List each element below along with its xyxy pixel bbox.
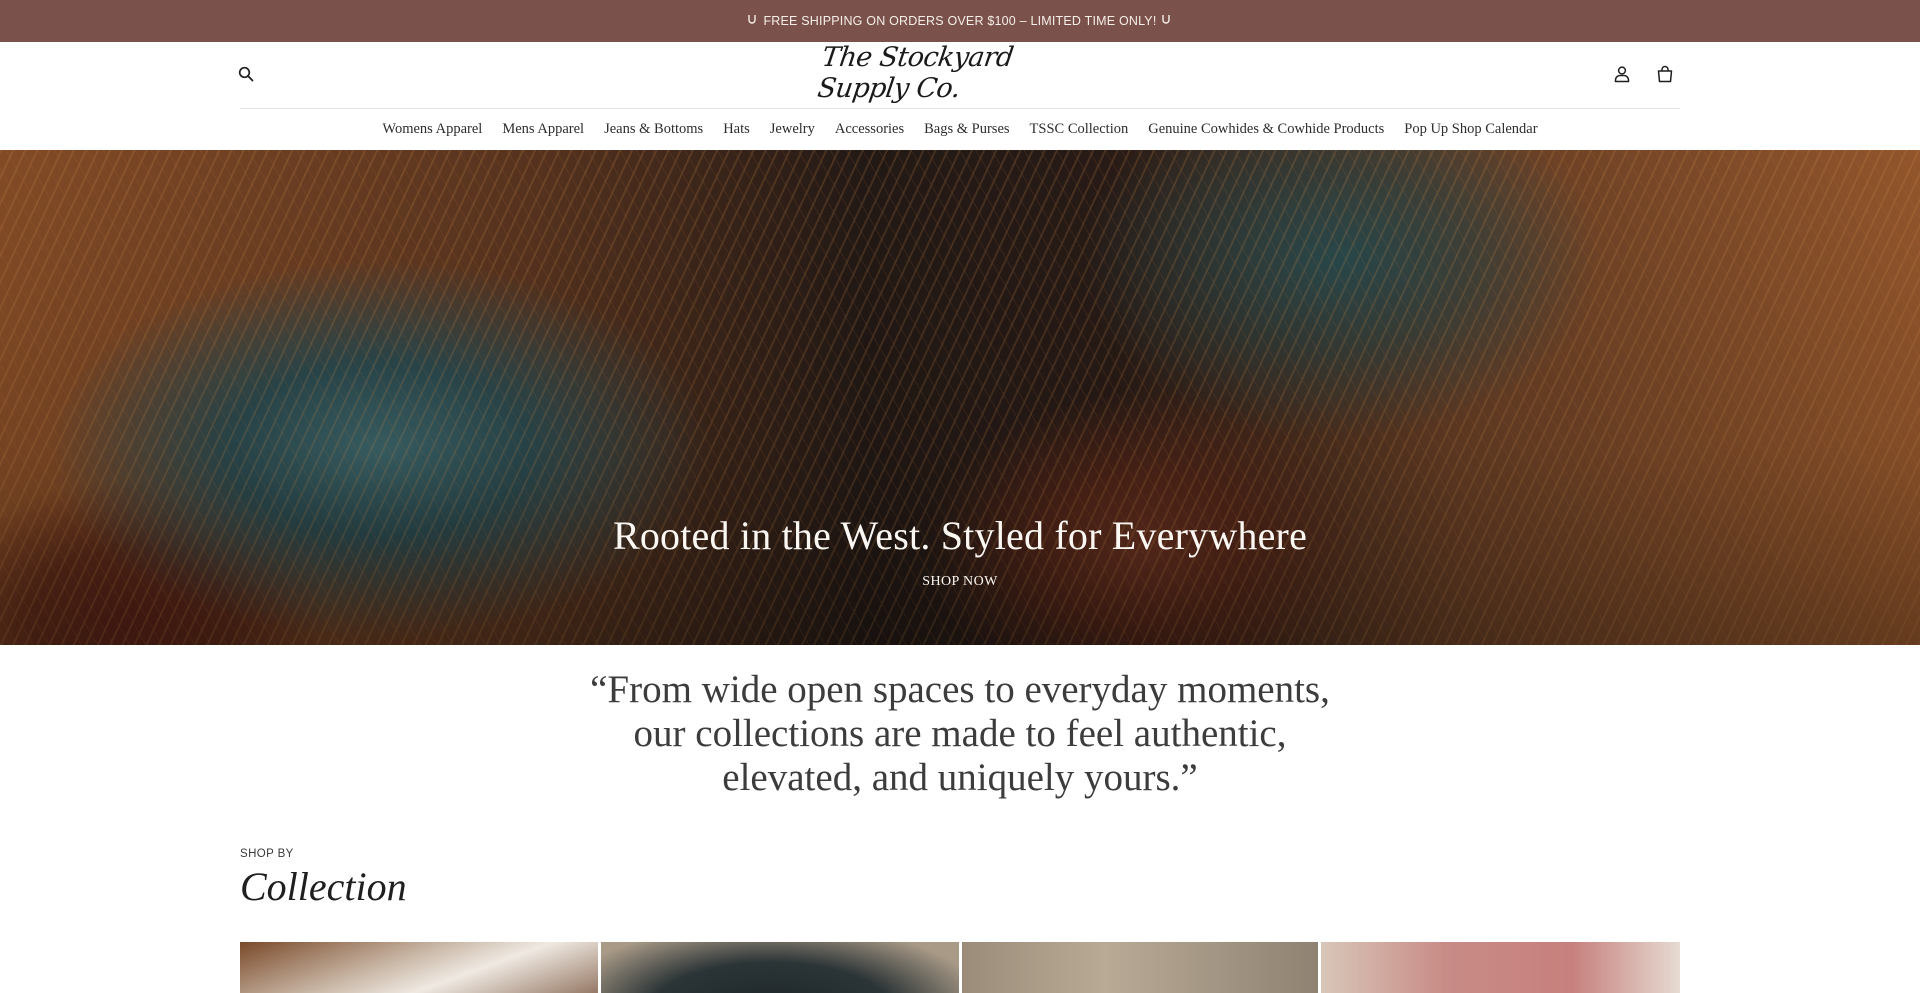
site-header: The Stockyard Supply Co. Womens Apparel … bbox=[0, 42, 1920, 150]
hero-overlay bbox=[0, 150, 1920, 645]
collection-tile[interactable] bbox=[601, 942, 959, 993]
hero-title: Rooted in the West. Styled for Everywher… bbox=[612, 513, 1308, 558]
announcement-bar: FREE SHIPPING ON ORDERS OVER $100 – LIMI… bbox=[0, 0, 1920, 42]
horseshoe-icon bbox=[1161, 14, 1173, 28]
horseshoe-icon bbox=[747, 14, 759, 28]
collection-grid bbox=[240, 942, 1680, 993]
announcement-text: FREE SHIPPING ON ORDERS OVER $100 – LIMI… bbox=[763, 14, 1157, 28]
nav-item-mens-apparel[interactable]: Mens Apparel bbox=[502, 121, 584, 138]
cart-button[interactable] bbox=[1652, 63, 1678, 89]
brand-quote: “From wide open spaces to everyday momen… bbox=[590, 668, 1330, 799]
main-nav: Womens Apparel Mens Apparel Jeans & Bott… bbox=[0, 109, 1920, 150]
collection-tile[interactable] bbox=[1321, 942, 1680, 993]
nav-item-cowhides[interactable]: Genuine Cowhides & Cowhide Products bbox=[1148, 121, 1384, 138]
shop-now-link[interactable]: SHOP NOW bbox=[900, 574, 1020, 590]
hero-banner: Rooted in the West. Styled for Everywher… bbox=[0, 150, 1920, 645]
shopping-bag-icon bbox=[1656, 65, 1674, 88]
search-icon bbox=[238, 66, 254, 87]
user-icon bbox=[1613, 65, 1631, 88]
collection-tile[interactable] bbox=[962, 942, 1318, 993]
nav-item-womens-apparel[interactable]: Womens Apparel bbox=[382, 121, 482, 138]
nav-item-accessories[interactable]: Accessories bbox=[835, 121, 904, 138]
logo-text: The Stockyard Supply Co. bbox=[815, 42, 1016, 104]
nav-item-hats[interactable]: Hats bbox=[723, 121, 750, 138]
collection-tile[interactable] bbox=[240, 942, 598, 993]
nav-item-bags-purses[interactable]: Bags & Purses bbox=[924, 121, 1009, 138]
section-eyebrow: SHOP BY bbox=[240, 848, 294, 860]
nav-item-tssc-collection[interactable]: TSSC Collection bbox=[1030, 121, 1129, 138]
account-button[interactable] bbox=[1609, 63, 1635, 89]
site-logo[interactable]: The Stockyard Supply Co. bbox=[816, 42, 1103, 104]
nav-item-pop-up-calendar[interactable]: Pop Up Shop Calendar bbox=[1404, 121, 1537, 138]
section-title: Collection bbox=[240, 864, 407, 909]
nav-item-jewelry[interactable]: Jewelry bbox=[770, 121, 815, 138]
search-button[interactable] bbox=[233, 63, 259, 89]
nav-item-jeans-bottoms[interactable]: Jeans & Bottoms bbox=[604, 121, 703, 138]
